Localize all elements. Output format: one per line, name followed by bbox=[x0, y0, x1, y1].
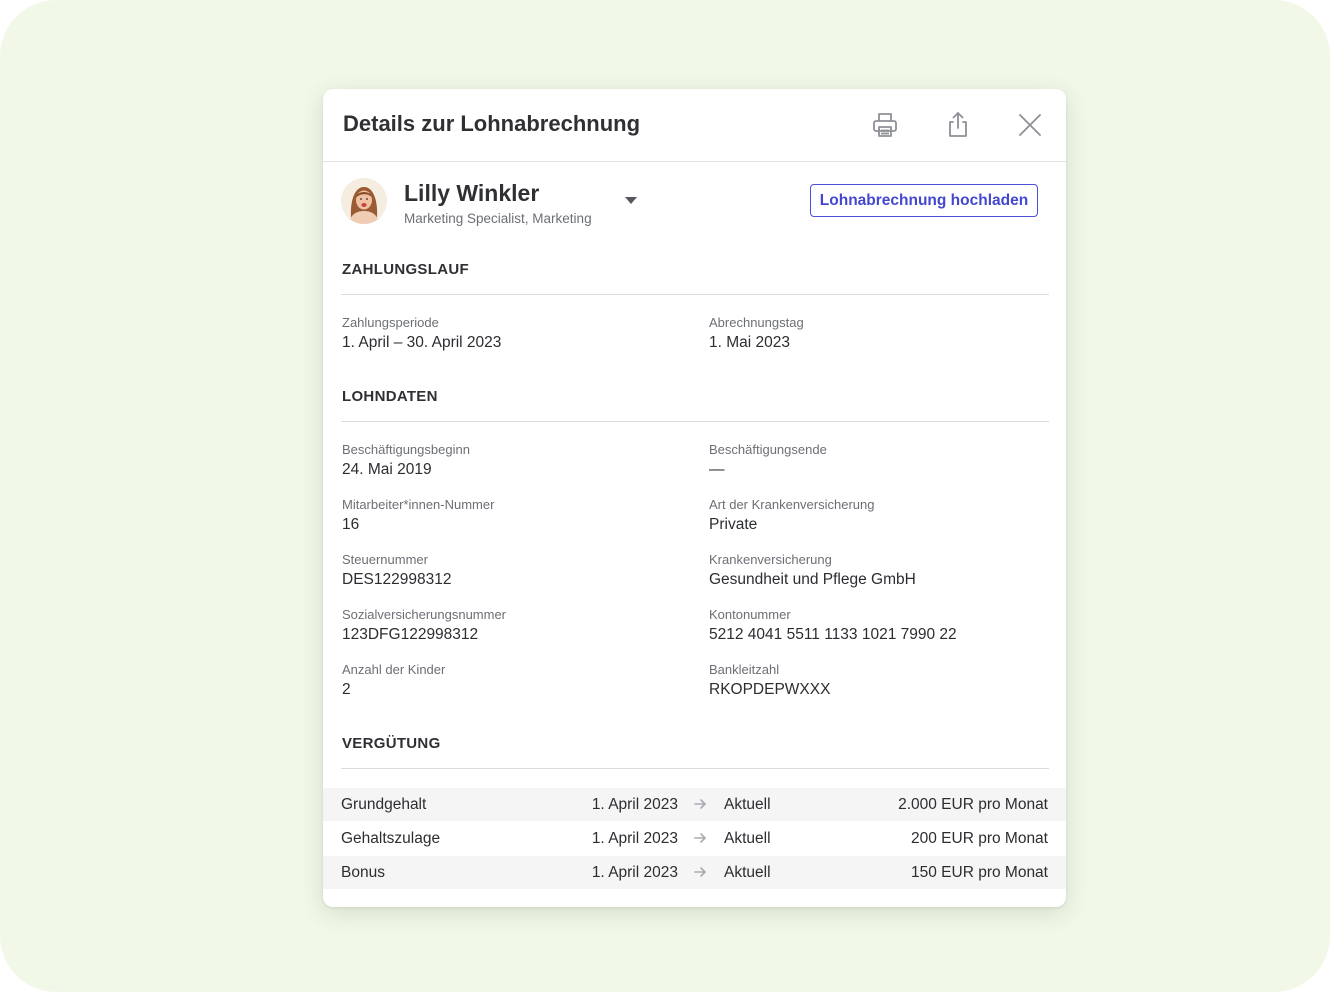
field-value: RKOPDEPWXXX bbox=[709, 681, 831, 698]
employee-avatar bbox=[341, 178, 387, 224]
field-number-of-children: Anzahl der Kinder 2 bbox=[342, 662, 445, 700]
section-title-verguetung: VERGÜTUNG bbox=[342, 735, 441, 752]
compensation-row: Grundgehalt 1. April 2023 Aktuell 2.000 … bbox=[323, 788, 1066, 821]
field-value: — bbox=[709, 461, 725, 478]
field-label: Bankleitzahl bbox=[709, 662, 780, 677]
compensation-start-date: 1. April 2023 bbox=[591, 864, 678, 881]
section-title-lohndaten: LOHNDATEN bbox=[342, 388, 438, 405]
field-payment-period: Zahlungsperiode 1. April – 30. April 202… bbox=[342, 315, 501, 353]
payroll-details-dialog: Details zur Lohnabrechnung Lilly Winkler… bbox=[323, 89, 1066, 907]
field-value: Private bbox=[709, 516, 758, 533]
field-value: 5212 4041 5511 1133 1021 7990 22 bbox=[709, 626, 957, 643]
compensation-row: Bonus 1. April 2023 Aktuell 150 EUR pro … bbox=[323, 856, 1066, 889]
employee-role: Marketing Specialist, Marketing bbox=[404, 211, 592, 226]
field-value: 1. Mai 2023 bbox=[709, 334, 790, 351]
compensation-amount: 200 EUR pro Monat bbox=[911, 830, 1048, 847]
field-label: Krankenversicherung bbox=[709, 552, 832, 567]
field-label: Kontonummer bbox=[709, 607, 791, 622]
compensation-amount: 2.000 EUR pro Monat bbox=[898, 796, 1048, 813]
field-label: Art der Krankenversicherung bbox=[709, 497, 875, 512]
field-value: Gesundheit und Pflege GmbH bbox=[709, 571, 916, 588]
compensation-status: Aktuell bbox=[724, 864, 771, 881]
field-label: Zahlungsperiode bbox=[342, 315, 439, 330]
field-value: 2 bbox=[342, 681, 351, 698]
compensation-row: Gehaltszulage 1. April 2023 Aktuell 200 … bbox=[323, 822, 1066, 855]
compensation-status: Aktuell bbox=[724, 830, 771, 847]
field-value: 123DFG122998312 bbox=[342, 626, 479, 643]
field-tax-number: Steuernummer DES122998312 bbox=[342, 552, 451, 590]
field-label: Beschäftigungsbeginn bbox=[342, 442, 470, 457]
field-value: 1. April – 30. April 2023 bbox=[342, 334, 502, 351]
divider bbox=[341, 294, 1049, 295]
field-value: 16 bbox=[342, 516, 360, 533]
field-bank-code: Bankleitzahl RKOPDEPWXXX bbox=[709, 662, 830, 700]
field-insurance-type: Art der Krankenversicherung Private bbox=[709, 497, 874, 535]
divider bbox=[341, 421, 1049, 422]
chevron-down-icon[interactable] bbox=[625, 197, 637, 205]
field-label: Sozialversicherungsnummer bbox=[342, 607, 507, 622]
printer-icon[interactable] bbox=[869, 109, 901, 141]
upload-payslip-button[interactable]: Lohnabrechnung hochladen bbox=[810, 184, 1038, 217]
field-social-security-number: Sozialversicherungsnummer 123DFG12299831… bbox=[342, 607, 506, 645]
field-value: DES122998312 bbox=[342, 571, 452, 588]
close-icon[interactable] bbox=[1014, 109, 1046, 141]
field-label: Beschäftigungsende bbox=[709, 442, 827, 457]
field-health-insurance: Krankenversicherung Gesundheit und Pfleg… bbox=[709, 552, 916, 590]
dialog-title: Details zur Lohnabrechnung bbox=[343, 111, 641, 136]
compensation-status: Aktuell bbox=[724, 796, 771, 813]
field-label: Anzahl der Kinder bbox=[342, 662, 446, 677]
field-employee-number: Mitarbeiter*innen-Nummer 16 bbox=[342, 497, 494, 535]
arrow-right-icon bbox=[693, 831, 707, 845]
compensation-start-date: 1. April 2023 bbox=[591, 796, 678, 813]
share-icon[interactable] bbox=[942, 109, 974, 141]
field-account-number: Kontonummer 5212 4041 5511 1133 1021 799… bbox=[709, 607, 957, 645]
divider bbox=[341, 768, 1049, 769]
section-title-zahlungslauf: ZAHLUNGSLAUF bbox=[342, 261, 469, 278]
field-employment-start: Beschäftigungsbeginn 24. Mai 2019 bbox=[342, 442, 470, 480]
arrow-right-icon bbox=[693, 797, 707, 811]
dialog-header: Details zur Lohnabrechnung bbox=[323, 89, 1066, 162]
employee-selector: Lilly Winkler Marketing Specialist, Mark… bbox=[341, 175, 1046, 235]
field-value: 24. Mai 2019 bbox=[342, 461, 432, 478]
arrow-right-icon bbox=[693, 865, 707, 879]
compensation-start-date: 1. April 2023 bbox=[591, 830, 678, 847]
field-employment-end: Beschäftigungsende — bbox=[709, 442, 827, 480]
field-label: Abrechnungstag bbox=[709, 315, 804, 330]
compensation-amount: 150 EUR pro Monat bbox=[911, 864, 1048, 881]
compensation-name: Gehaltszulage bbox=[341, 830, 441, 847]
field-settlement-day: Abrechnungstag 1. Mai 2023 bbox=[709, 315, 804, 353]
field-label: Steuernummer bbox=[342, 552, 428, 567]
compensation-name: Grundgehalt bbox=[341, 796, 427, 813]
compensation-name: Bonus bbox=[341, 864, 385, 881]
field-label: Mitarbeiter*innen-Nummer bbox=[342, 497, 495, 512]
employee-name: Lilly Winkler bbox=[404, 180, 540, 206]
